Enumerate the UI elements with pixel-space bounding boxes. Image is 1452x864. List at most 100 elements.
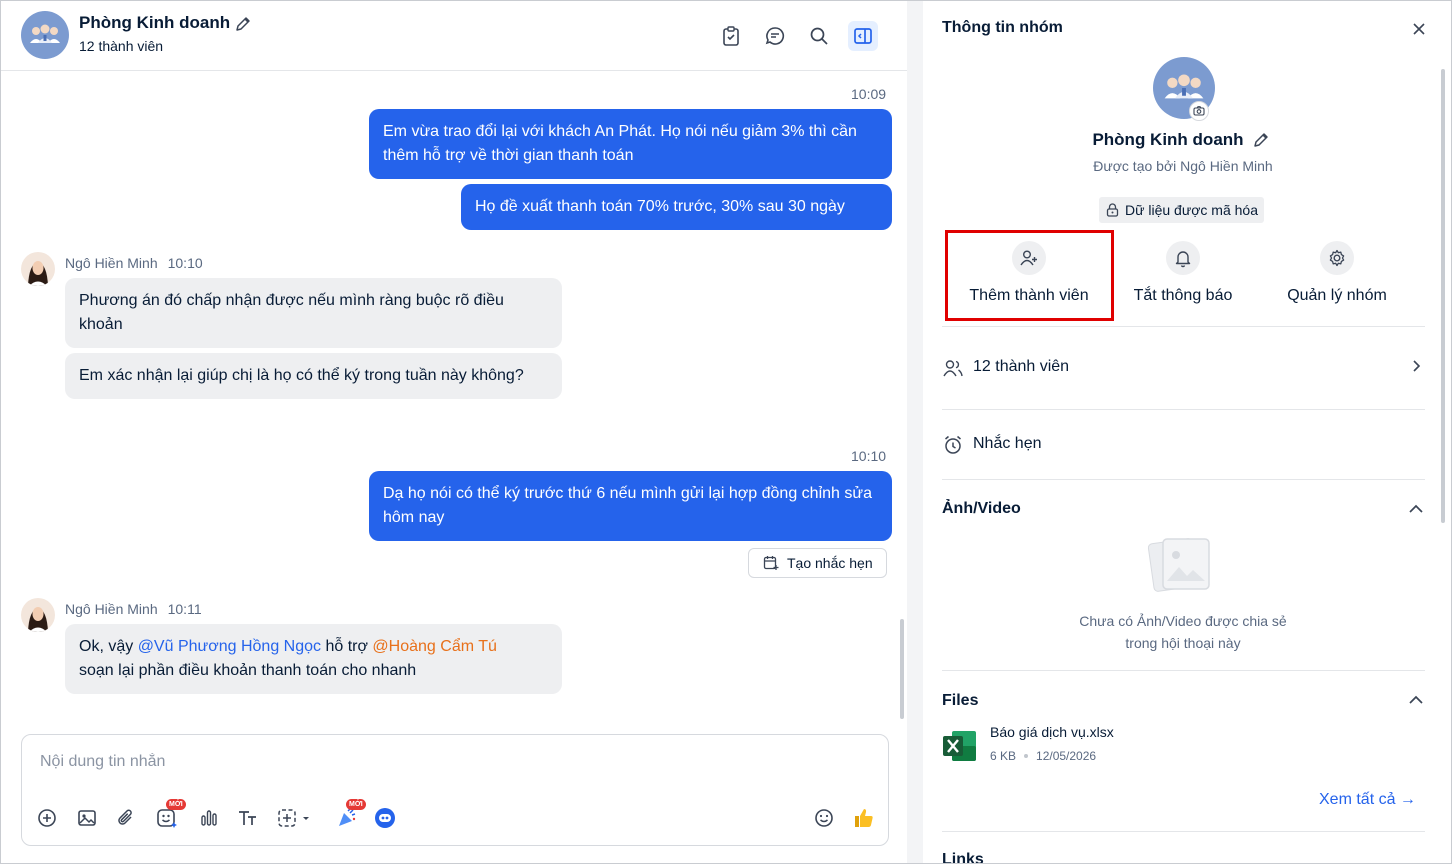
chat-header: Phòng Kinh doanh 12 thành viên: [1, 1, 907, 71]
mute-notifications-button[interactable]: Tắt thông báo: [1098, 231, 1268, 321]
new-badge: MỚI: [166, 799, 186, 810]
chevron-up-icon[interactable]: [1407, 691, 1425, 709]
robot-icon: [375, 808, 395, 828]
create-reminder-button[interactable]: Tạo nhắc hẹn: [748, 548, 887, 578]
message-input[interactable]: [40, 753, 820, 771]
sender-name: Ngô Hiền Minh: [65, 601, 158, 617]
reminder-row[interactable]: Nhắc hẹn: [942, 424, 1425, 464]
emoji-button[interactable]: [811, 805, 837, 831]
close-icon[interactable]: [1409, 19, 1429, 39]
avatar[interactable]: [21, 598, 55, 632]
gear-icon: [1329, 249, 1345, 267]
sender-line: Ngô Hiền Minh 10:10: [65, 255, 203, 271]
camera-icon: [1193, 106, 1205, 116]
message-outgoing[interactable]: Em vừa trao đổi lại với khách An Phát. H…: [369, 109, 892, 179]
task-button[interactable]: [716, 21, 746, 51]
chat-bubble-button[interactable]: [760, 21, 790, 51]
image-button[interactable]: [74, 805, 100, 831]
chat-scrollbar[interactable]: [898, 74, 906, 726]
file-name[interactable]: Báo giá dịch vụ.xlsx: [990, 724, 1114, 740]
chat-title: Phòng Kinh doanh: [79, 13, 231, 32]
divider: [942, 479, 1425, 480]
sender-time: 10:10: [167, 255, 203, 271]
sticker-icon: [157, 809, 177, 828]
screenshot-dropdown-icon: [278, 809, 309, 827]
message-incoming[interactable]: Ok, vậy @Vũ Phương Hồng Ngọc hỗ trợ @Hoà…: [65, 624, 562, 694]
excel-file-icon[interactable]: [942, 729, 978, 763]
message-outgoing[interactable]: Họ đề xuất thanh toán 70% trước, 30% sau…: [461, 184, 892, 230]
member-count[interactable]: 12 thành viên: [79, 38, 163, 54]
created-by: Được tạo bởi Ngô Hiền Minh: [1093, 158, 1273, 174]
members-row[interactable]: 12 thành viên: [942, 347, 1425, 387]
mute-label: Tắt thông báo: [1133, 287, 1233, 304]
media-section-title[interactable]: Ảnh/Video: [942, 500, 1021, 518]
quick-like-button[interactable]: [851, 805, 877, 831]
message-list[interactable]: 10:09 Em vừa trao đổi lại với khách An P…: [1, 72, 907, 728]
create-reminder-label: Tạo nhắc hẹn: [787, 555, 873, 571]
mute-icon-wrap: [1166, 241, 1200, 275]
panel-divider[interactable]: [907, 1, 923, 863]
mention[interactable]: @Hoàng Cẩm Tú: [372, 638, 496, 655]
highlight-box: [945, 230, 1114, 321]
bar-chart-icon: [201, 810, 217, 826]
message-outgoing[interactable]: Dạ họ nói có thể ký trước thứ 6 nếu mình…: [369, 471, 892, 541]
user-portrait-icon: [28, 261, 48, 286]
file-size: 6 KB: [990, 749, 1017, 763]
timestamp: 10:10: [851, 448, 887, 464]
clipboard-check-icon: [723, 26, 739, 46]
group-people-icon: [30, 24, 60, 43]
sidebar-panel-icon: [854, 28, 872, 44]
chevron-up-icon[interactable]: [1407, 500, 1425, 518]
mention[interactable]: @Vũ Phương Hồng Ngọc: [138, 638, 321, 655]
edit-icon[interactable]: [233, 14, 253, 34]
message-composer: MỚI MỚI: [21, 734, 889, 846]
lock-icon: [1106, 203, 1119, 217]
message-text: Ok, vậy: [79, 638, 138, 655]
manage-group-button[interactable]: Quản lý nhóm: [1252, 231, 1422, 321]
divider: [942, 326, 1425, 327]
see-all-files-link[interactable]: Xem tất cả →: [1319, 791, 1416, 809]
files-section-title[interactable]: Files: [942, 692, 978, 710]
smile-icon: [815, 809, 833, 827]
screenshot-button[interactable]: [275, 805, 315, 831]
media-empty-line2: trong hội thoại này: [1125, 635, 1241, 651]
file-meta: 6 KB 12/05/2026: [990, 749, 1096, 763]
edit-icon[interactable]: [1251, 130, 1271, 150]
image-icon: [78, 810, 96, 826]
chat-panel: Phòng Kinh doanh 12 thành viên 10:09 Em …: [1, 1, 907, 863]
message-incoming[interactable]: Phương án đó chấp nhận được nếu mình ràn…: [65, 278, 562, 348]
assistant-button[interactable]: [372, 805, 398, 831]
search-button[interactable]: [804, 21, 834, 51]
message-text: soạn lại phần điều khoản thanh toán cho …: [79, 662, 417, 679]
plus-circle-icon: [38, 809, 56, 827]
paperclip-icon: [118, 809, 132, 825]
users-icon: [943, 360, 963, 377]
sender-name: Ngô Hiền Minh: [65, 255, 158, 271]
info-scrollbar[interactable]: [1441, 69, 1445, 523]
chevron-right-icon: [1413, 360, 1421, 372]
encryption-badge[interactable]: Dữ liệu được mã hóa: [1099, 197, 1264, 223]
message-incoming[interactable]: Em xác nhận lại giúp chị là họ có thể ký…: [65, 353, 562, 399]
text-format-button[interactable]: [235, 805, 261, 831]
sticker-button[interactable]: MỚI: [154, 799, 186, 831]
manage-icon-wrap: [1320, 241, 1354, 275]
scrollbar-thumb[interactable]: [900, 619, 904, 719]
add-button[interactable]: [34, 805, 60, 831]
poll-button[interactable]: [196, 805, 222, 831]
divider: [942, 831, 1425, 832]
members-label: 12 thành viên: [973, 358, 1070, 375]
info-panel-title: Thông tin nhóm: [942, 19, 1063, 36]
ai-magic-button[interactable]: MỚI: [334, 799, 366, 831]
file-date: 12/05/2026: [1036, 749, 1097, 763]
separator-dot: [1024, 753, 1029, 758]
change-avatar-button[interactable]: [1189, 101, 1209, 121]
attach-button[interactable]: [113, 805, 139, 831]
toggle-info-panel-button[interactable]: [848, 21, 878, 51]
divider: [942, 409, 1425, 410]
media-empty-text: Chưa có Ảnh/Video được chia sẻ trong hội …: [923, 610, 1443, 654]
group-name: Phòng Kinh doanh: [1092, 130, 1244, 149]
avatar[interactable]: [21, 252, 55, 286]
links-section-title[interactable]: Links: [942, 851, 984, 863]
group-avatar[interactable]: [21, 11, 69, 59]
empty-gallery-icon: [1147, 538, 1210, 592]
